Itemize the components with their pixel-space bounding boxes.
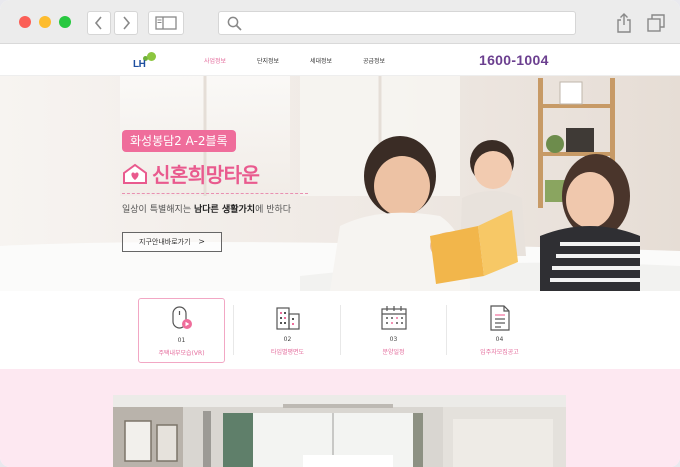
hero-title: 신혼희망타운 — [152, 163, 260, 187]
house-heart-icon — [123, 163, 147, 184]
tabs-button[interactable] — [643, 10, 669, 36]
logo-dot-large — [147, 52, 156, 61]
logo-text: LH — [133, 59, 146, 70]
hero-subtitle-pre: 일상이 특별해지는 — [122, 205, 194, 215]
quick-link-number: 01 — [177, 337, 186, 344]
family-photo — [0, 76, 680, 291]
vr-mouse-icon — [171, 306, 192, 329]
quick-link-floorplan[interactable]: 02 타입별평면도 — [244, 298, 331, 363]
share-icon — [617, 13, 631, 33]
building-plan-icon — [275, 307, 300, 330]
chevron-right-icon: > — [198, 237, 205, 246]
menu-item-business-info[interactable]: 사업정보 — [204, 56, 226, 65]
document-icon — [489, 305, 510, 331]
search-icon — [227, 16, 242, 31]
forward-icon — [123, 16, 131, 30]
share-button[interactable] — [611, 10, 637, 36]
browser-toolbar — [0, 0, 680, 44]
quick-link-divider — [446, 305, 447, 355]
quick-link-vr[interactable]: 01 주택내부모습(VR) — [138, 298, 225, 363]
hero-subtitle-bold: 남다른 생활가치 — [193, 205, 256, 215]
quick-link-divider — [233, 305, 234, 355]
quick-link-label: 분양일정 — [382, 349, 405, 356]
quick-link-number: 04 — [495, 336, 504, 343]
hero-subtitle-post: 에 반하다 — [255, 205, 292, 215]
quick-link-announcement[interactable]: 04 입주자모집공고 — [456, 298, 543, 363]
quick-link-label: 타입별평면도 — [270, 349, 305, 356]
hero-divider — [122, 193, 308, 194]
lh-logo[interactable]: LH — [133, 51, 165, 73]
quick-link-label: 주택내부모습(VR) — [158, 350, 205, 357]
phone-number: 1600-1004 — [479, 52, 549, 68]
hero-location-tag: 화성봉담2 A-2블록 — [122, 130, 236, 152]
sidebar-toggle-button[interactable] — [148, 11, 184, 35]
quick-link-number: 02 — [283, 336, 292, 343]
hero-subtitle: 일상이 특별해지는 남다른 생활가치에 반하다 — [122, 202, 291, 215]
back-button[interactable] — [87, 11, 111, 35]
browser-window: LH 사업정보 단지정보 세대정보 공급정보 1600-1004 화성봉담2 A… — [0, 0, 680, 467]
tabs-icon — [647, 14, 665, 32]
quick-link-schedule[interactable]: 03 분양일정 — [350, 298, 437, 363]
quick-link-label: 입주자모집공고 — [480, 349, 519, 356]
district-guide-button[interactable]: 지구안내바로가기 > — [122, 232, 222, 252]
back-icon — [94, 16, 102, 30]
quick-link-number: 03 — [389, 336, 398, 343]
address-bar[interactable] — [218, 11, 576, 35]
forward-button[interactable] — [114, 11, 138, 35]
menu-item-complex-info[interactable]: 단지정보 — [257, 56, 279, 65]
calendar-icon — [380, 306, 407, 330]
interior-photo — [113, 395, 566, 467]
menu-item-household-info[interactable]: 세대정보 — [310, 56, 332, 65]
maximize-window-button[interactable] — [59, 16, 71, 28]
living-room-photo — [113, 395, 566, 467]
quick-link-divider — [340, 305, 341, 355]
close-window-button[interactable] — [19, 16, 31, 28]
menu-item-supply-info[interactable]: 공급정보 — [363, 56, 385, 65]
hero-banner: 화성봉담2 A-2블록 신혼희망타운 일상이 특별해지는 남다른 생활가치에 반… — [0, 76, 680, 291]
minimize-window-button[interactable] — [39, 16, 51, 28]
district-guide-label: 지구안내바로가기 — [139, 238, 191, 246]
site-header: LH 사업정보 단지정보 세대정보 공급정보 1600-1004 — [0, 45, 680, 76]
sidebar-icon — [155, 16, 177, 30]
